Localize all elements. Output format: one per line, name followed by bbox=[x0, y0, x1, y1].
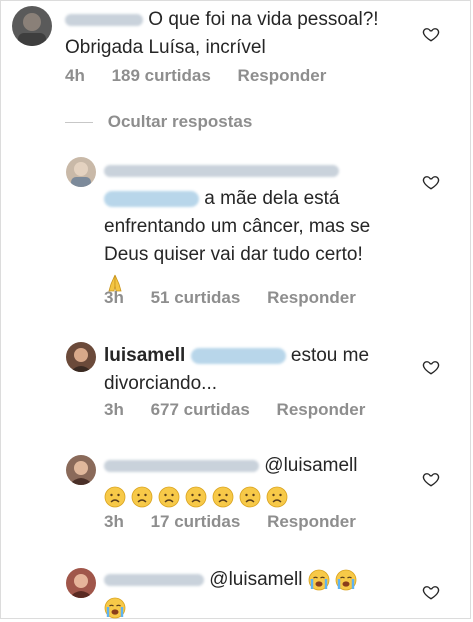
heart-outline-icon[interactable] bbox=[422, 173, 440, 191]
heart-outline-icon[interactable] bbox=[422, 25, 440, 43]
mention-link[interactable]: @luisamell bbox=[264, 455, 357, 476]
blurred-username[interactable] bbox=[65, 13, 143, 26]
comment-time: 4h bbox=[65, 66, 85, 85]
comment-meta: 3h 17 curtidas Responder bbox=[104, 512, 378, 532]
blurred-mention[interactable] bbox=[104, 190, 199, 207]
frowning-face-emoji bbox=[266, 486, 288, 508]
likes-count[interactable]: 189 curtidas bbox=[112, 66, 211, 85]
reply-button[interactable]: Responder bbox=[267, 288, 356, 307]
comment-text: luisamell estou me divorciando... bbox=[104, 345, 370, 394]
comment-meta: 3h 677 curtidas Responder bbox=[104, 400, 387, 420]
frowning-face-emoji bbox=[158, 486, 180, 508]
avatar[interactable] bbox=[12, 6, 52, 46]
reply-button[interactable]: Responder bbox=[267, 512, 356, 531]
divider-line bbox=[65, 122, 93, 124]
mention-link[interactable]: @luisamell bbox=[209, 569, 302, 590]
comment-time: 3h bbox=[104, 288, 124, 307]
avatar[interactable] bbox=[66, 157, 96, 187]
comment-time: 3h bbox=[104, 512, 124, 531]
frowning-face-emoji bbox=[185, 486, 207, 508]
comment-time: 3h bbox=[104, 400, 124, 419]
frowning-face-emoji bbox=[212, 486, 234, 508]
comment-text: O que foi na vida pessoal?! Obrigada Luí… bbox=[65, 9, 379, 58]
heart-outline-icon[interactable] bbox=[422, 470, 440, 488]
heart-outline-icon[interactable] bbox=[422, 358, 440, 376]
blurred-username[interactable] bbox=[104, 459, 259, 472]
blurred-username[interactable] bbox=[104, 164, 339, 177]
hide-replies-button[interactable]: Ocultar respostas bbox=[65, 112, 252, 132]
likes-count[interactable]: 51 curtidas bbox=[151, 288, 241, 307]
crying-face-emoji bbox=[308, 569, 330, 591]
comment-meta: 3h 51 curtidas Responder bbox=[104, 288, 378, 308]
reply-button[interactable]: Responder bbox=[277, 400, 366, 419]
frowning-face-emoji bbox=[131, 486, 153, 508]
avatar[interactable] bbox=[66, 568, 96, 598]
frowning-face-emoji bbox=[239, 486, 261, 508]
comment-text: a mãe dela está enfrentando um câncer, m… bbox=[104, 157, 424, 297]
blurred-username[interactable] bbox=[104, 573, 204, 586]
heart-outline-icon[interactable] bbox=[422, 583, 440, 601]
blurred-mention[interactable] bbox=[190, 347, 286, 364]
avatar[interactable] bbox=[66, 342, 96, 372]
likes-count[interactable]: 677 curtidas bbox=[151, 400, 250, 419]
comment-text: @luisamell bbox=[104, 566, 424, 622]
comment-text: @luisamell bbox=[104, 452, 424, 511]
avatar[interactable] bbox=[66, 455, 96, 485]
likes-count[interactable]: 17 curtidas bbox=[151, 512, 241, 531]
comment-meta: 4h 189 curtidas Responder bbox=[65, 66, 348, 86]
frowning-face-emoji bbox=[104, 486, 126, 508]
comment-username[interactable]: luisamell bbox=[104, 345, 185, 366]
crying-face-emoji bbox=[104, 597, 126, 619]
reply-button[interactable]: Responder bbox=[238, 66, 327, 85]
crying-face-emoji bbox=[335, 569, 357, 591]
